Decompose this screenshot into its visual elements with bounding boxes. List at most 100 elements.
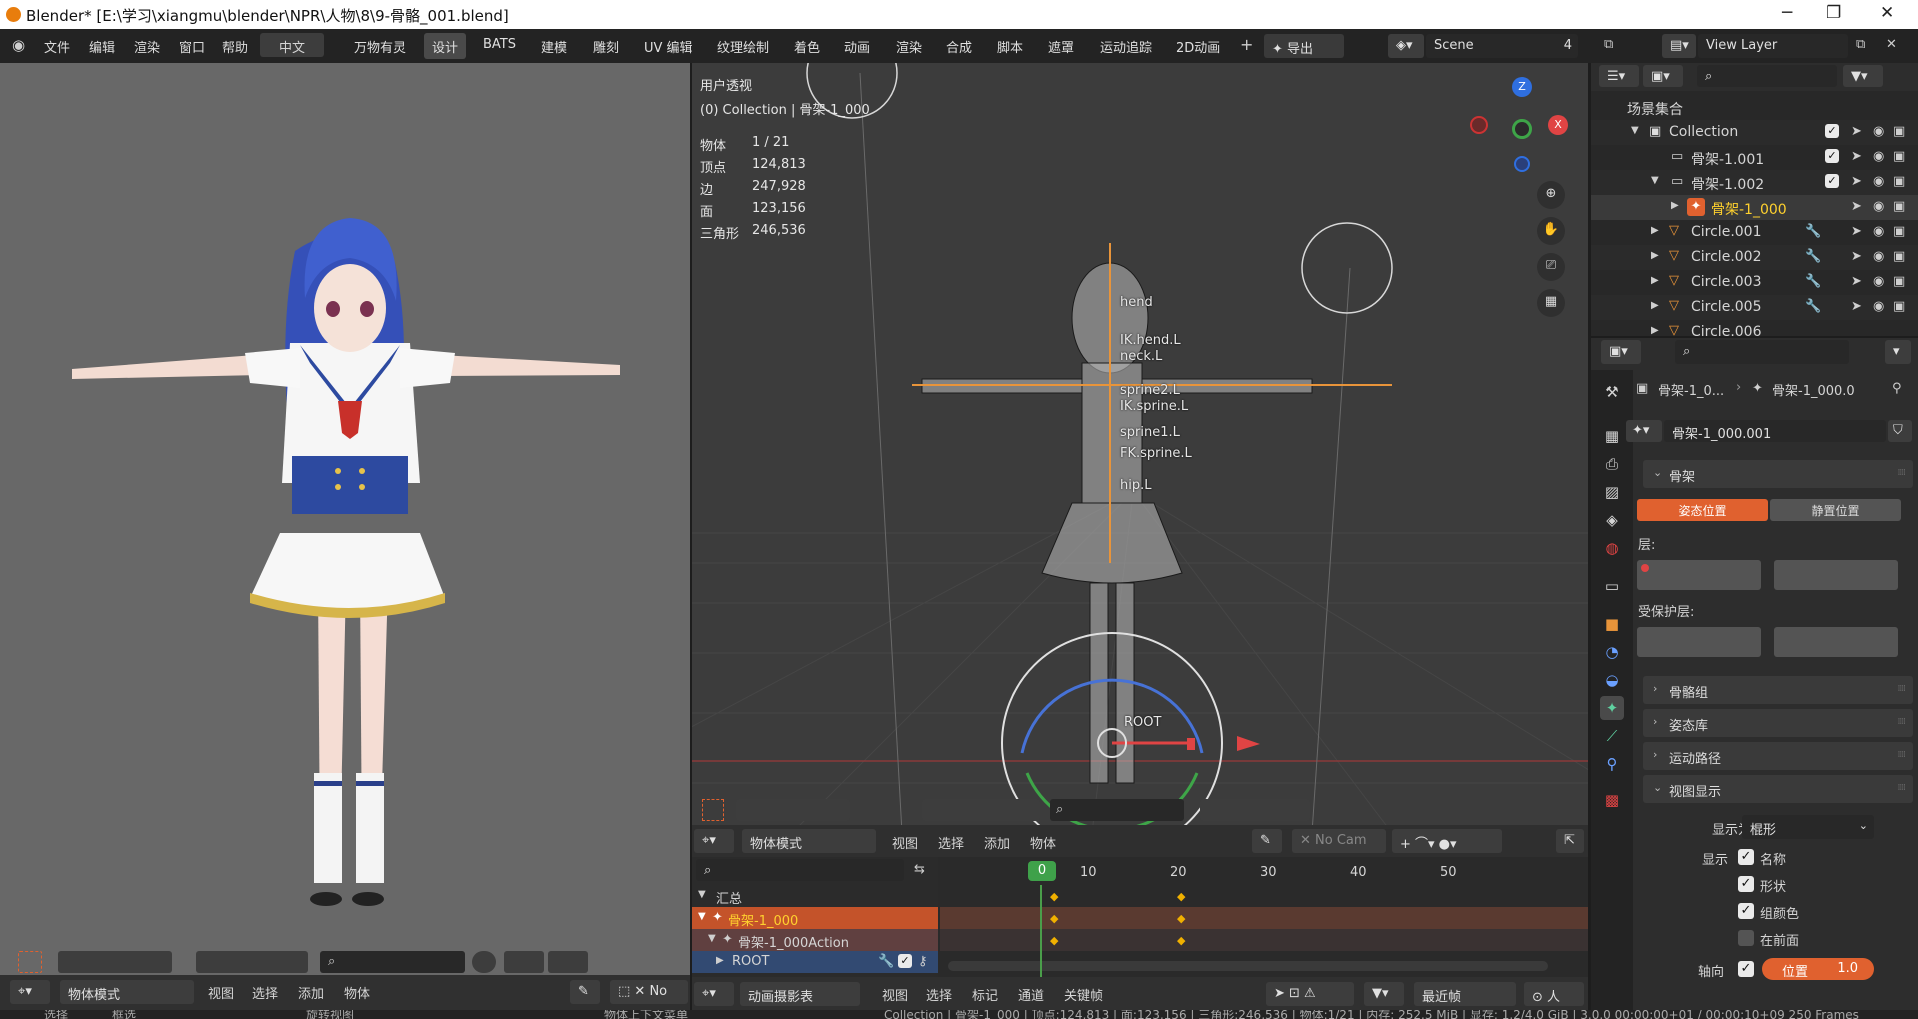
minimize-icon[interactable]: ─ (1782, 3, 1792, 23)
gizmo-neg-x-icon[interactable] (1470, 116, 1488, 134)
chevron-right-icon[interactable]: ▶ (1651, 326, 1659, 336)
tab-workspace-shading[interactable]: 着色 (786, 33, 828, 59)
protected-layer-grid-2[interactable] (1774, 627, 1898, 657)
menu-window[interactable]: 窗口 (179, 37, 205, 56)
outliner-editor-type-icon[interactable]: ☰▾ (1599, 65, 1639, 87)
physics-tab-icon[interactable]: ◒ (1600, 668, 1624, 692)
tab-workspace-scripting[interactable]: 脚本 (989, 33, 1031, 59)
armature-data-tab-icon[interactable]: ✦ (1600, 696, 1624, 720)
exclude-checkbox[interactable]: ✓ (1825, 149, 1839, 163)
channel-root[interactable]: ▶ ROOT 🔧 ✓ ⚷ (692, 951, 938, 973)
menu-help[interactable]: 帮助 (222, 37, 248, 56)
keyframe-icon[interactable]: ◆ (1050, 890, 1058, 903)
chevron-right-icon[interactable]: ▶ (1651, 301, 1659, 311)
camera-icon[interactable]: ▣ (1893, 200, 1905, 213)
eye-icon[interactable]: ◉ (1873, 300, 1884, 313)
tab-workspace-tracking[interactable]: 运动追踪 (1092, 33, 1160, 59)
drag-grip-icon[interactable]: ⁞⁞⁞⁞ (1898, 783, 1907, 793)
new-view-layer-icon[interactable]: ⧉ (1856, 38, 1865, 51)
lock-icon[interactable]: ⚷ (918, 955, 928, 968)
display-filter-icon[interactable] (504, 951, 544, 973)
in-front-checkbox[interactable] (1738, 930, 1754, 946)
keyframe-area[interactable]: 10 20 30 40 50 0 ◆ ◆ ◆ ◆ ◆ ◆ (940, 857, 1588, 977)
select-arrow-icon[interactable]: ➤ (1851, 200, 1862, 213)
tab-workspace-mask[interactable]: 遮罩 (1040, 33, 1082, 59)
viewport-menu-view[interactable]: 视图 (892, 833, 918, 852)
tab-workspace-2d[interactable]: 2D动画 (1168, 33, 1228, 59)
new-scene-icon[interactable]: ⧉ (1604, 38, 1613, 51)
render-tab-icon[interactable]: ▦ (1600, 424, 1624, 448)
object-tab-icon[interactable]: ■ (1600, 612, 1624, 636)
show-names-checkbox[interactable]: ✓ (1738, 849, 1754, 865)
3d-viewport[interactable]: 用户透视 (0) Collection | 骨架-1_000 物体 1 / 21… (692, 63, 1588, 833)
outliner-row-armature-1000[interactable]: ▶ ✦ 骨架-1_000 ➤ ◉ ▣ (1591, 195, 1918, 220)
channel-summary[interactable]: ▼ 汇总 (692, 885, 938, 908)
panel-pose-library[interactable]: › 姿态库 ⁞⁞⁞⁞ (1643, 709, 1913, 737)
camera-icon[interactable]: ▣ (1893, 250, 1905, 263)
drag-grip-icon[interactable]: ⁞⁞⁞⁞ (1898, 684, 1907, 694)
texture-tab-icon[interactable]: ▩ (1600, 788, 1624, 812)
chevron-down-icon[interactable]: ▼ (1651, 176, 1659, 186)
shading-buttons[interactable] (196, 951, 308, 973)
zoom-icon[interactable]: ⊕ (1537, 181, 1565, 209)
left-menu-view[interactable]: 视图 (208, 983, 234, 1002)
layer-grid-2[interactable] (1774, 560, 1898, 590)
chevron-right-icon[interactable]: ▶ (1671, 201, 1679, 211)
language-button[interactable]: 中文 (260, 33, 324, 57)
maximize-icon[interactable]: ❐ (1826, 3, 1841, 23)
channel-mute-checkbox[interactable]: ✓ (898, 954, 912, 968)
outliner-row-armature-1001[interactable]: ▭ 骨架-1.001 ✓ ➤ ◉ ▣ (1591, 145, 1918, 170)
pan-hand-icon[interactable]: ✋ (1537, 217, 1565, 245)
drag-grip-icon[interactable]: ⁞⁞⁞⁞ (1898, 468, 1907, 478)
tab-workspace-compositing[interactable]: 合成 (938, 33, 980, 59)
scene-name-field[interactable]: Scene 4 (1426, 34, 1578, 58)
camera-icon[interactable]: ▣ (1893, 175, 1905, 188)
outliner-search-field[interactable]: ⌕ (1697, 65, 1837, 87)
panel-viewport-display[interactable]: ⌄ 视图显示 ⁞⁞⁞⁞ (1643, 775, 1913, 803)
wrench-icon[interactable]: 🔧 (878, 955, 894, 968)
viewport-mode-select[interactable]: 物体模式 (742, 829, 876, 853)
outliner-row-collection[interactable]: ▼ ▣ Collection ✓ ➤ ◉ ▣ (1591, 120, 1918, 145)
camera-icon[interactable]: ▣ (1893, 225, 1905, 238)
select-mode-buttons[interactable] (736, 799, 850, 821)
dope-sheet-mode-select[interactable]: 动画摄影表 (740, 982, 860, 1006)
eye-icon[interactable]: ◉ (1873, 150, 1884, 163)
eye-icon[interactable]: ◉ (1873, 125, 1884, 138)
show-group-colors-checkbox[interactable]: ✓ (1738, 903, 1754, 919)
viewport-editor-type-icon[interactable]: ⌖▾ (694, 829, 734, 853)
select-arrow-icon[interactable]: ➤ (1851, 175, 1862, 188)
view-layer-selector-icon[interactable]: ▤▾ (1662, 34, 1696, 58)
viewport-menu-object[interactable]: 物体 (1030, 833, 1056, 852)
chevron-right-icon[interactable]: ▶ (1651, 226, 1659, 236)
pin-icon[interactable]: ⚲ (1892, 382, 1902, 395)
keyframe-icon[interactable]: ◆ (1050, 912, 1058, 925)
snap-mode-select[interactable]: 最近帧 (1414, 982, 1516, 1006)
select-arrow-icon[interactable]: ➤ (1851, 275, 1862, 288)
viewport-menu-add[interactable]: 添加 (984, 833, 1010, 852)
gizmo-y-icon[interactable] (1512, 119, 1532, 139)
dope-menu-keyframe[interactable]: 关键帧 (1064, 985, 1103, 1004)
select-tool-icon[interactable] (18, 951, 42, 973)
viewport-shading-buttons[interactable] (922, 799, 1040, 821)
viewport-filter-buttons[interactable] (1200, 799, 1310, 821)
export-button[interactable]: ✦ 导出 (1264, 34, 1344, 58)
keyframe-icon[interactable]: ◆ (1177, 934, 1185, 947)
select-arrow-icon[interactable]: ➤ (1851, 150, 1862, 163)
bone-constraint-tab-icon[interactable]: ⚲ (1600, 752, 1624, 776)
tab-workspace-design[interactable]: 设计 (424, 33, 467, 59)
viewport-eyedropper-icon[interactable]: ✎ (1252, 829, 1282, 853)
eye-icon[interactable]: ◉ (1873, 225, 1884, 238)
show-axes-checkbox[interactable]: ✓ (1738, 961, 1754, 977)
chevron-down-icon[interactable]: ▼ (1631, 126, 1639, 136)
view-layer-tab-icon[interactable]: ▨ (1600, 480, 1624, 504)
camera-icon[interactable]: ▣ (1893, 150, 1905, 163)
tab-workspace-modeling[interactable]: 建模 (533, 33, 575, 59)
armature-datablock-field[interactable]: 骨架-1_000.001 (1664, 420, 1886, 442)
perspective-grid-icon[interactable]: ▦ (1537, 289, 1565, 317)
pose-position-button[interactable]: 姿态位置 (1637, 499, 1768, 521)
tool-tab-icon[interactable]: ⚒ (1600, 380, 1624, 404)
tab-workspace-0[interactable]: 万物有灵 (346, 33, 414, 59)
outliner-row-circle-006[interactable]: ▶ ▽ Circle.006 (1591, 320, 1918, 336)
tab-workspace-uv[interactable]: UV 编辑 (636, 33, 701, 59)
outliner-row-circle-001[interactable]: ▶ ▽ Circle.001 🔧 ➤ ◉ ▣ (1591, 220, 1918, 245)
